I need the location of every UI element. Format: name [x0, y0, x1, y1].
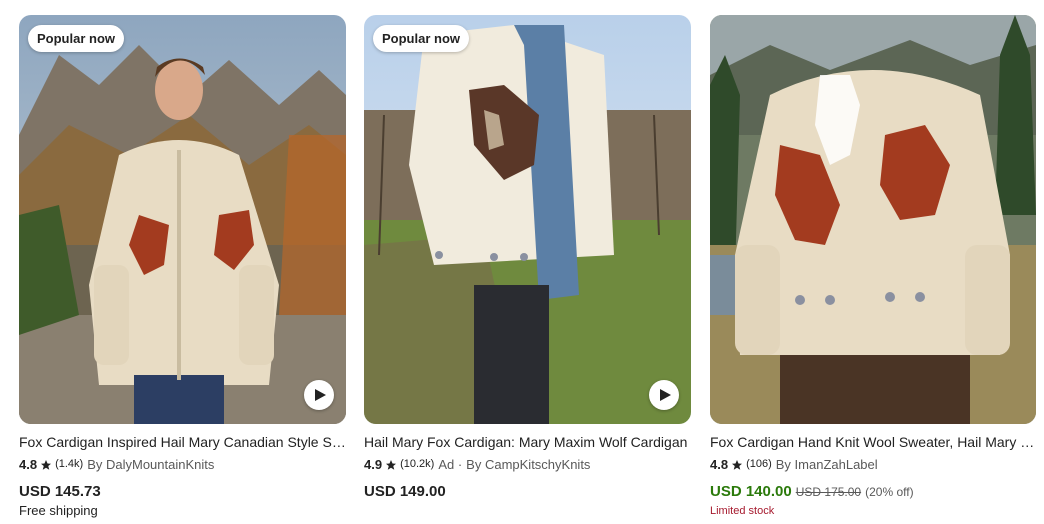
sale-price: USD 140.00: [710, 483, 792, 500]
review-count: (10.2k): [400, 458, 435, 470]
rating-value: 4.8: [710, 457, 729, 472]
product-photo: [710, 15, 1036, 424]
price: USD 149.00: [364, 483, 446, 500]
popular-now-badge: Popular now: [28, 25, 124, 52]
listing-meta: 4.9 (10.2k) Ad · By CampKitschyKnits: [364, 456, 691, 473]
listing-image[interactable]: Popular now: [364, 15, 691, 424]
rating-value: 4.8: [19, 457, 38, 472]
rating-value: 4.9: [364, 457, 383, 472]
product-photo: [364, 15, 691, 424]
listing-card[interactable]: Popular now Fox Cardigan Inspired Hail M…: [19, 15, 346, 518]
original-price: USD 175.00: [795, 485, 862, 499]
listing-image[interactable]: [710, 15, 1036, 424]
discount-percent: (20% off): [865, 485, 914, 499]
review-count: (106): [746, 458, 772, 470]
listing-title[interactable]: Hail Mary Fox Cardigan: Mary Maxim Wolf …: [364, 433, 691, 451]
star-icon: [732, 459, 743, 470]
price-row: USD 145.73: [19, 483, 346, 500]
listing-grid: Popular now Fox Cardigan Inspired Hail M…: [0, 0, 1044, 524]
shop-name[interactable]: By DalyMountainKnits: [87, 456, 214, 473]
price-row: USD 149.00: [364, 483, 691, 500]
shop-name[interactable]: By CampKitschyKnits: [466, 456, 590, 473]
limited-stock-label: Limited stock: [710, 505, 775, 517]
listing-meta: 4.8 (106) By ImanZahLabel: [710, 456, 1036, 473]
star-icon: [386, 459, 397, 470]
listing-image[interactable]: Popular now: [19, 15, 346, 424]
listing-meta: 4.8 (1.4k) By DalyMountainKnits: [19, 456, 346, 473]
product-photo: [19, 15, 346, 424]
listing-title[interactable]: Fox Cardigan Inspired Hail Mary Canadian…: [19, 433, 346, 451]
play-icon: [660, 389, 671, 401]
shipping-info: Free shipping: [19, 503, 98, 518]
play-video-button[interactable]: [304, 380, 334, 410]
review-count: (1.4k): [55, 458, 84, 470]
price: USD 145.73: [19, 483, 101, 500]
shop-name[interactable]: By ImanZahLabel: [776, 456, 878, 473]
listing-card[interactable]: Fox Cardigan Hand Knit Wool Sweater, Hai…: [710, 15, 1036, 517]
star-icon: [41, 459, 52, 470]
play-video-button[interactable]: [649, 380, 679, 410]
popular-now-badge: Popular now: [373, 25, 469, 52]
price-row: USD 140.00 USD 175.00 (20% off): [710, 483, 1036, 500]
listing-title[interactable]: Fox Cardigan Hand Knit Wool Sweater, Hai…: [710, 433, 1036, 451]
play-icon: [315, 389, 326, 401]
ad-label: Ad ·: [438, 457, 463, 472]
listing-card[interactable]: Popular now Hail Mary Fox Cardigan: Mary…: [364, 15, 691, 500]
